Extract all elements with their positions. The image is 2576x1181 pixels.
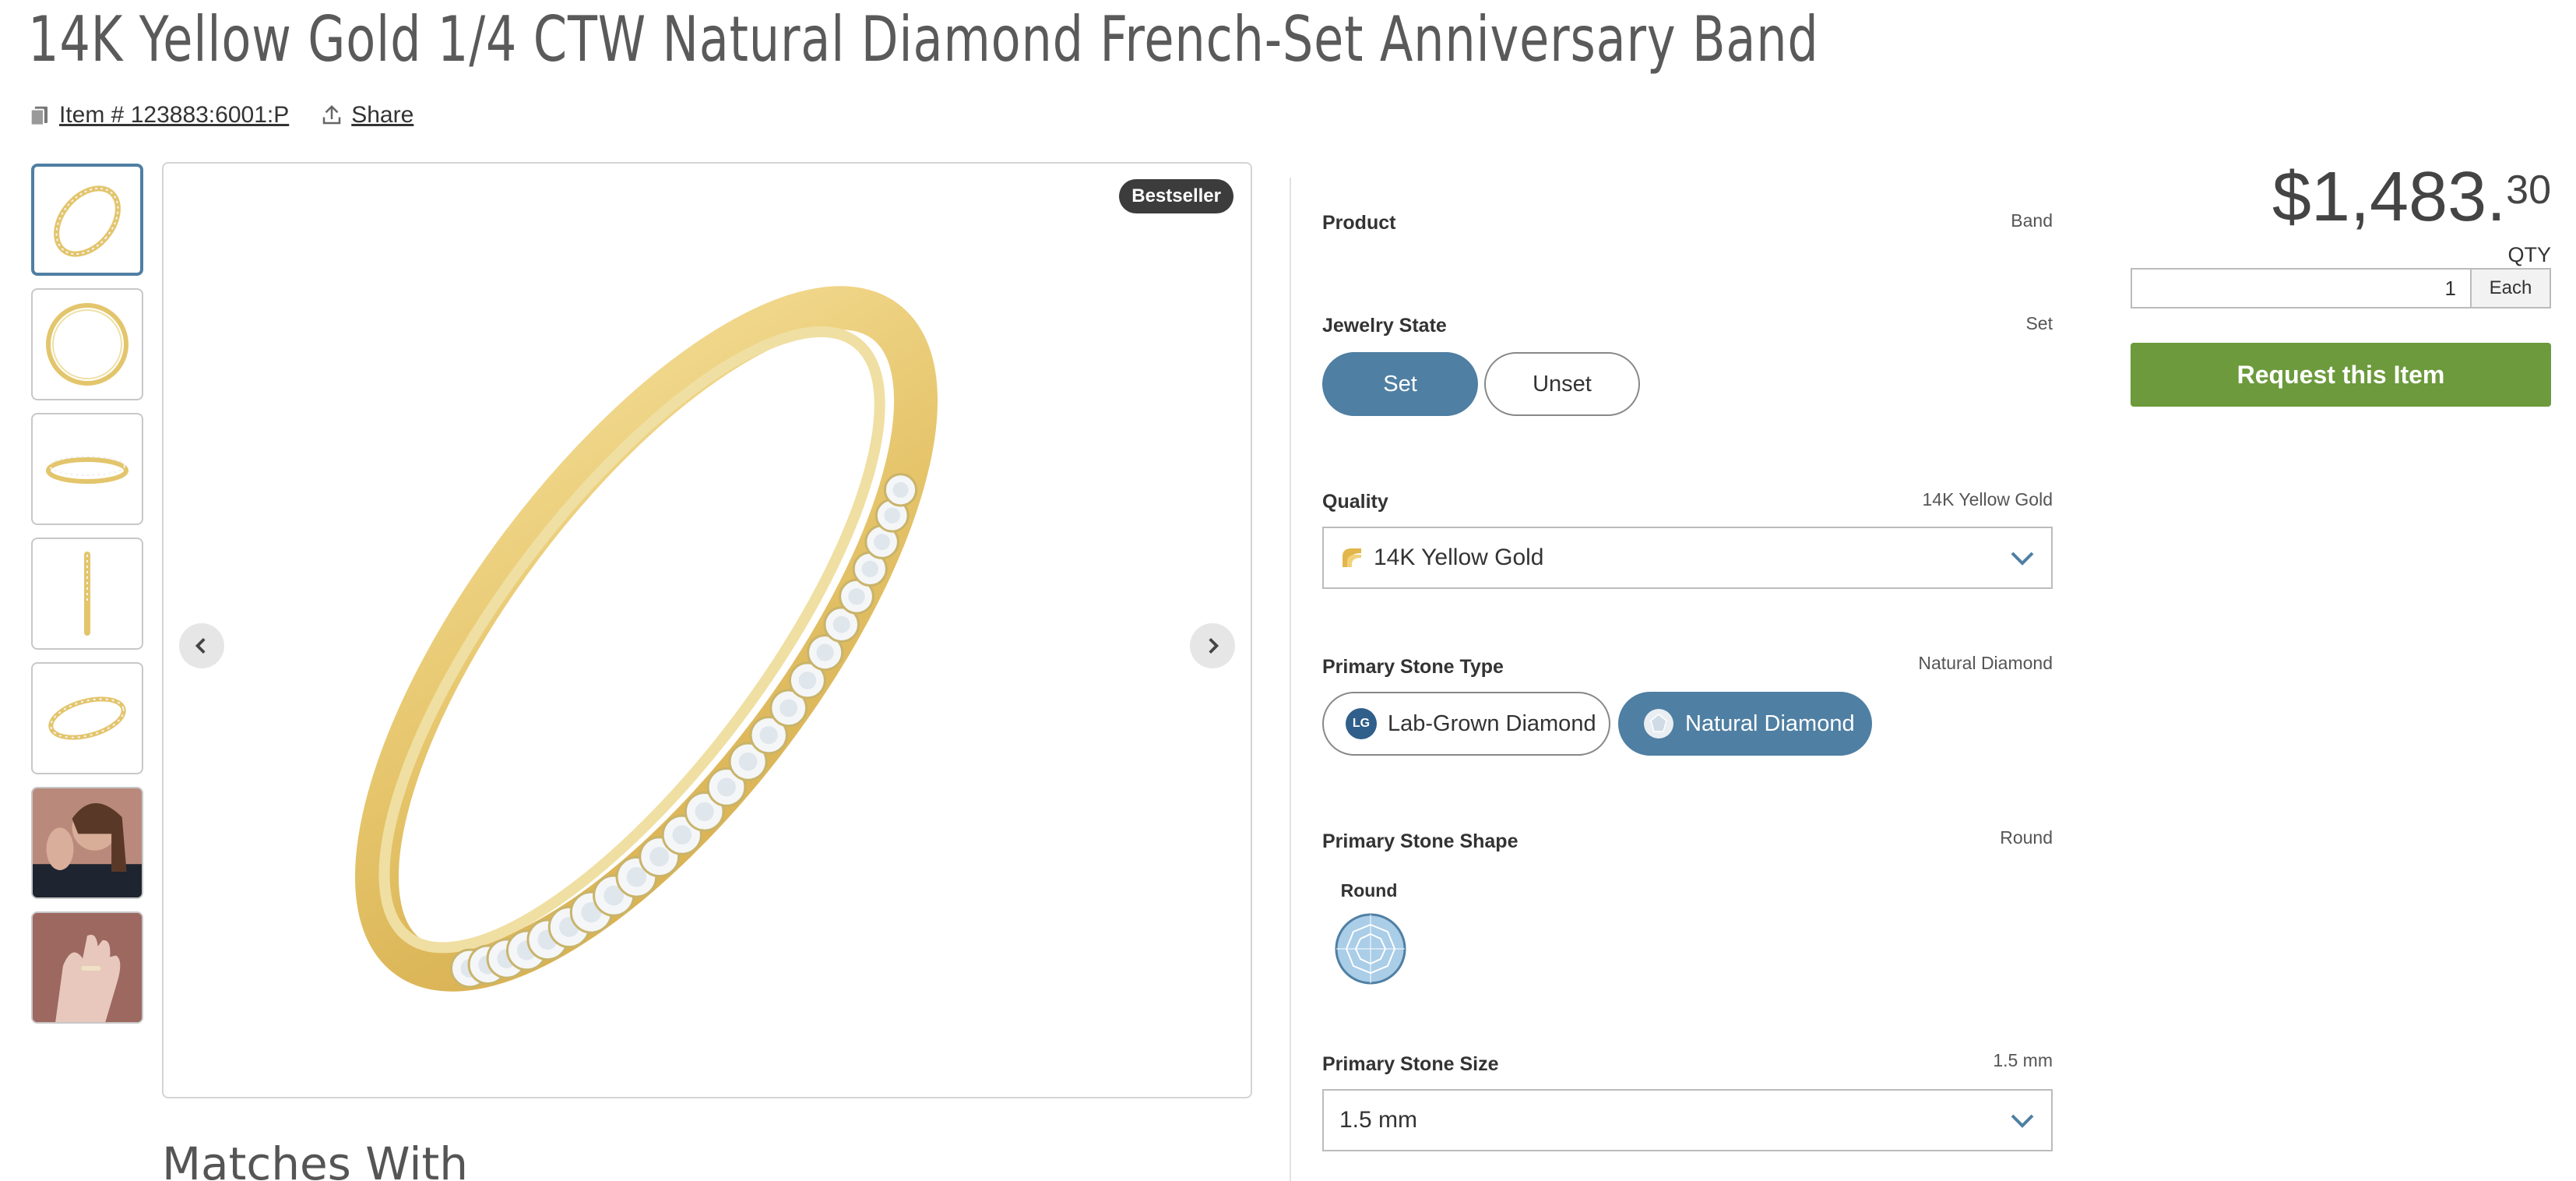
ring-thumbnail-image bbox=[54, 185, 121, 257]
bestseller-badge: Bestseller bbox=[1119, 179, 1233, 213]
thumbnail-2[interactable] bbox=[31, 288, 143, 400]
round-shape-option[interactable]: Round bbox=[1330, 880, 1408, 989]
stone-shape-value: Round bbox=[2000, 827, 2053, 848]
diamond-facet bbox=[626, 867, 647, 887]
qty-label: QTY bbox=[2507, 243, 2551, 266]
ring-thumbnail-image bbox=[46, 456, 128, 484]
diamond-facet bbox=[717, 777, 736, 797]
quality-value: 14K Yellow Gold bbox=[1922, 489, 2053, 509]
thumbnail-1[interactable] bbox=[31, 164, 143, 276]
diamond-facet bbox=[832, 615, 850, 633]
diamond-facet bbox=[874, 534, 890, 550]
ring-thumbnail-image bbox=[48, 696, 126, 740]
quality-select[interactable]: 14K Yellow Gold bbox=[1322, 527, 2053, 589]
chevron-down-icon bbox=[2011, 1114, 2034, 1128]
diamond-facet bbox=[816, 643, 834, 661]
hand-photo-thumbnail bbox=[33, 913, 142, 1022]
stone-shape-label: Primary Stone Shape bbox=[1322, 830, 1519, 852]
stone-type-value: Natural Diamond bbox=[1918, 653, 2053, 673]
jewelry-state-label: Jewelry State bbox=[1322, 315, 1447, 337]
item-number-link[interactable]: Item # 123883:6001:P bbox=[28, 102, 289, 129]
share-link[interactable]: Share bbox=[320, 102, 413, 129]
previous-image-button[interactable] bbox=[179, 623, 224, 668]
matches-with-heading: Matches With bbox=[162, 1137, 469, 1181]
quantity-input[interactable]: 1 bbox=[2131, 268, 2472, 308]
ring-thumbnail-image bbox=[46, 303, 128, 386]
thumbnail-3[interactable] bbox=[31, 413, 143, 525]
thumbnail-4[interactable] bbox=[31, 538, 143, 650]
stone-size-label: Primary Stone Size bbox=[1322, 1053, 1499, 1075]
stone-type-label: Primary Stone Type bbox=[1322, 656, 1504, 678]
quality-selected-text: 14K Yellow Gold bbox=[1374, 545, 1544, 570]
thumbnail-5[interactable] bbox=[31, 662, 143, 774]
chevron-right-icon bbox=[1209, 637, 1219, 654]
product-meta: Item # 123883:6001:P Share bbox=[28, 100, 413, 131]
gold-swatch-icon bbox=[1343, 548, 1361, 567]
ring-thumbnail-image bbox=[84, 552, 90, 636]
natural-diamond-label: Natural Diamond bbox=[1685, 710, 1855, 736]
model-photo-thumbnail bbox=[33, 788, 142, 897]
quality-label: Quality bbox=[1322, 491, 1388, 513]
quantity-unit: Each bbox=[2470, 268, 2551, 308]
diamond-facet bbox=[695, 802, 714, 821]
round-shape-label: Round bbox=[1340, 880, 1398, 901]
main-product-image: Bestseller bbox=[162, 162, 1252, 1098]
jewelry-state-value: Set bbox=[2025, 313, 2053, 333]
column-divider bbox=[1290, 178, 1291, 1181]
diamond-facet bbox=[649, 847, 670, 867]
stone-size-selected-text: 1.5 mm bbox=[1339, 1107, 1418, 1133]
diamond-facet bbox=[798, 672, 817, 689]
lab-grown-diamond-button[interactable]: LG Lab-Grown Diamond bbox=[1322, 692, 1610, 756]
diamond-facet bbox=[738, 752, 758, 771]
copy-icon bbox=[30, 106, 48, 126]
diamond-facet bbox=[672, 825, 692, 844]
item-number: Item # 123883:6001:P bbox=[59, 102, 290, 128]
thumbnail-7[interactable] bbox=[31, 911, 143, 1024]
page-title: 14K Yellow Gold 1/4 CTW Natural Diamond … bbox=[28, 3, 1819, 76]
diamond-facet bbox=[861, 560, 878, 577]
price-cents: 30 bbox=[2506, 167, 2551, 213]
natural-diamond-button[interactable]: Natural Diamond bbox=[1618, 692, 1872, 756]
jewelry-state-unset-button[interactable]: Unset bbox=[1484, 352, 1640, 416]
diamond-facet bbox=[884, 507, 900, 524]
round-diamond-icon bbox=[1335, 913, 1406, 985]
chevron-down-icon bbox=[2011, 552, 2034, 566]
stone-size-value: 1.5 mm bbox=[1993, 1050, 2053, 1070]
thumbnail-strip bbox=[31, 164, 143, 1036]
diamond-facet bbox=[779, 699, 798, 717]
share-icon bbox=[322, 104, 341, 125]
jewelry-state-set-button[interactable]: Set bbox=[1322, 352, 1478, 416]
lab-grown-label: Lab-Grown Diamond bbox=[1388, 710, 1596, 736]
chevron-left-icon bbox=[195, 637, 206, 654]
thumbnail-6[interactable] bbox=[31, 787, 143, 899]
share-label: Share bbox=[351, 102, 414, 128]
ring-image bbox=[354, 286, 938, 992]
diamond-facet bbox=[759, 726, 778, 745]
natural-diamond-icon bbox=[1644, 709, 1673, 739]
diamond-facet bbox=[892, 481, 909, 498]
diamond-facet bbox=[848, 588, 865, 605]
next-image-button[interactable] bbox=[1190, 623, 1235, 668]
product-value: Band bbox=[2011, 210, 2053, 231]
lab-grown-badge-icon: LG bbox=[1346, 708, 1377, 739]
stone-size-select[interactable]: 1.5 mm bbox=[1322, 1089, 2053, 1151]
product-label: Product bbox=[1322, 212, 1396, 234]
price-main: $1,483. bbox=[2272, 158, 2507, 236]
price: $1,483. 30 bbox=[2272, 162, 2551, 232]
request-item-button[interactable]: Request this Item bbox=[2131, 343, 2551, 407]
